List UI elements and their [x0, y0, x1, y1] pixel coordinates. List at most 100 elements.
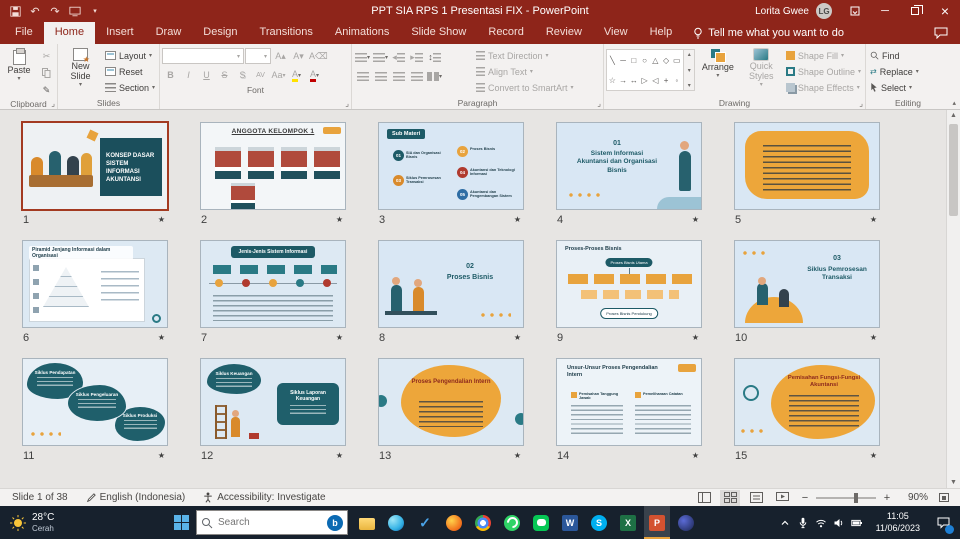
weather-widget[interactable]: 28°C Cerah — [0, 512, 166, 533]
numbering-icon[interactable]: ▾ — [372, 49, 389, 65]
clear-formatting-icon[interactable]: A⌫ — [308, 48, 329, 64]
shape-fill-button[interactable]: Shape Fill ▾ — [784, 48, 863, 63]
user-name[interactable]: Lorita Gwee — [755, 6, 809, 17]
shape-icon[interactable]: + — [664, 76, 669, 85]
transition-indicator-icon[interactable]: ★ — [692, 215, 699, 224]
tab-slide-show[interactable]: Slide Show — [400, 22, 477, 44]
slide-number[interactable]: 14 — [557, 450, 569, 462]
shape-icon[interactable]: ╲ — [610, 56, 615, 65]
shape-icon[interactable]: ◇ — [663, 56, 669, 65]
search-input[interactable] — [218, 517, 322, 528]
font-dialog-launcher-icon[interactable]: ⌟ — [345, 99, 349, 108]
character-spacing-button[interactable]: AV — [252, 67, 269, 83]
slide-number[interactable]: 2 — [201, 214, 207, 226]
bullets-icon[interactable]: ▾ — [354, 49, 371, 65]
slide-number[interactable]: 12 — [201, 450, 213, 462]
shape-gallery-scroll[interactable]: ▴ ▾ ▾ — [683, 50, 695, 90]
scrollbar-thumb[interactable] — [949, 124, 958, 216]
slide-number[interactable]: 11 — [23, 450, 34, 462]
comments-icon[interactable] — [934, 27, 948, 39]
slide-number[interactable]: 10 — [735, 332, 747, 344]
shape-icon[interactable]: ─ — [620, 56, 626, 65]
undo-icon[interactable]: ↶ — [26, 2, 44, 20]
section-button[interactable]: Section ▾ — [103, 80, 157, 95]
tab-file[interactable]: File — [4, 22, 44, 44]
increase-font-size-icon[interactable]: A▴ — [272, 48, 289, 64]
strikethrough-button[interactable]: S — [216, 67, 233, 83]
slide-6-thumbnail[interactable]: Piramid Jenjang Informasi dalam Organisa… — [22, 240, 168, 328]
layout-button[interactable]: Layout ▾ — [103, 48, 157, 63]
scroll-up-icon[interactable]: ▲ — [950, 112, 957, 119]
zoom-out-button[interactable]: − — [798, 492, 812, 504]
transition-indicator-icon[interactable]: ★ — [870, 451, 877, 460]
battery-icon[interactable] — [848, 506, 866, 539]
tab-animations[interactable]: Animations — [324, 22, 400, 44]
transition-indicator-icon[interactable]: ★ — [158, 215, 165, 224]
decrease-indent-icon[interactable]: ◂ — [390, 49, 407, 65]
slide-number[interactable]: 4 — [557, 214, 563, 226]
slide-3-thumbnail[interactable]: Sub Materi 01 SIA dan Organisasi Bisnis 02 P… — [378, 122, 524, 210]
transition-indicator-icon[interactable]: ★ — [692, 333, 699, 342]
shape-icon[interactable]: → — [619, 76, 627, 85]
font-name-select[interactable]: ▾ — [162, 48, 244, 64]
tab-design[interactable]: Design — [192, 22, 248, 44]
highlight-color-button[interactable]: A ▾ — [288, 67, 305, 83]
volume-icon[interactable] — [830, 506, 848, 539]
shape-icon[interactable]: ▷ — [642, 76, 648, 85]
slide-5-thumbnail[interactable] — [734, 122, 880, 210]
chrome-icon[interactable] — [470, 506, 496, 539]
find-button[interactable]: Find — [868, 48, 921, 63]
slide-2-thumbnail[interactable]: ANGGOTA KELOMPOK 1 — [200, 122, 346, 210]
align-right-icon[interactable] — [390, 68, 407, 84]
bing-icon[interactable]: b — [327, 514, 343, 531]
browser-icon[interactable] — [673, 506, 699, 539]
copy-icon[interactable] — [38, 65, 55, 81]
reset-button[interactable]: Reset — [103, 64, 157, 79]
normal-view-button[interactable] — [694, 490, 714, 506]
shape-icon[interactable]: △ — [652, 56, 658, 65]
transition-indicator-icon[interactable]: ★ — [514, 333, 521, 342]
slide-number[interactable]: 3 — [379, 214, 385, 226]
chevron-up-icon[interactable] — [776, 506, 794, 539]
file-explorer-icon[interactable] — [354, 506, 380, 539]
shape-effects-button[interactable]: Shape Effects ▾ — [784, 80, 863, 95]
paste-button[interactable]: Paste ▾ — [2, 46, 36, 82]
transition-indicator-icon[interactable]: ★ — [158, 451, 165, 460]
tab-insert[interactable]: Insert — [95, 22, 145, 44]
slide-number[interactable]: 13 — [379, 450, 391, 462]
accessibility-button[interactable]: Accessibility: Investigate — [197, 492, 331, 503]
slide-indicator[interactable]: Slide 1 of 38 — [6, 492, 74, 503]
decrease-font-size-icon[interactable]: A▾ — [290, 48, 307, 64]
slide-sorter-view-button[interactable] — [720, 489, 740, 506]
slideshow-icon[interactable] — [66, 2, 84, 20]
align-left-icon[interactable] — [354, 68, 371, 84]
skype-icon[interactable]: S — [586, 506, 612, 539]
italic-button[interactable]: I — [180, 67, 197, 83]
transition-indicator-icon[interactable]: ★ — [870, 215, 877, 224]
ribbon-display-options-button[interactable] — [840, 0, 870, 22]
slide-number[interactable]: 5 — [735, 214, 741, 226]
redo-icon[interactable]: ↷ — [46, 2, 64, 20]
start-button[interactable] — [166, 506, 196, 539]
zoom-level[interactable]: 90% — [900, 492, 928, 503]
language-button[interactable]: English (Indonesia) — [80, 492, 192, 503]
zoom-slider[interactable] — [816, 492, 876, 503]
align-center-icon[interactable] — [372, 68, 389, 84]
zoom-slider-thumb[interactable] — [854, 492, 859, 503]
arrange-button[interactable]: Arrange ▾ — [697, 46, 738, 79]
underline-button[interactable]: U — [198, 67, 215, 83]
tell-me-box[interactable]: Tell me what you want to do — [693, 22, 844, 44]
word-icon[interactable]: W — [557, 506, 583, 539]
scroll-down-icon[interactable]: ▼ — [950, 479, 957, 486]
shape-icon[interactable]: ◁ — [652, 76, 658, 85]
excel-icon[interactable]: X — [615, 506, 641, 539]
replace-button[interactable]: ⇄ Replace ▾ — [868, 64, 921, 79]
tab-home[interactable]: Home — [43, 22, 96, 44]
font-size-select[interactable]: ▾ — [245, 48, 271, 64]
vertical-scrollbar[interactable]: ▲ ▼ — [946, 110, 960, 488]
action-center-button[interactable] — [930, 506, 956, 539]
shape-icon[interactable]: ☆ — [609, 76, 616, 85]
slide-12-thumbnail[interactable]: Siklus Keuangan Siklus Laporan Keuangan — [200, 358, 346, 446]
tab-record[interactable]: Record — [477, 22, 534, 44]
text-direction-button[interactable]: Text Direction ▾ — [474, 48, 576, 63]
